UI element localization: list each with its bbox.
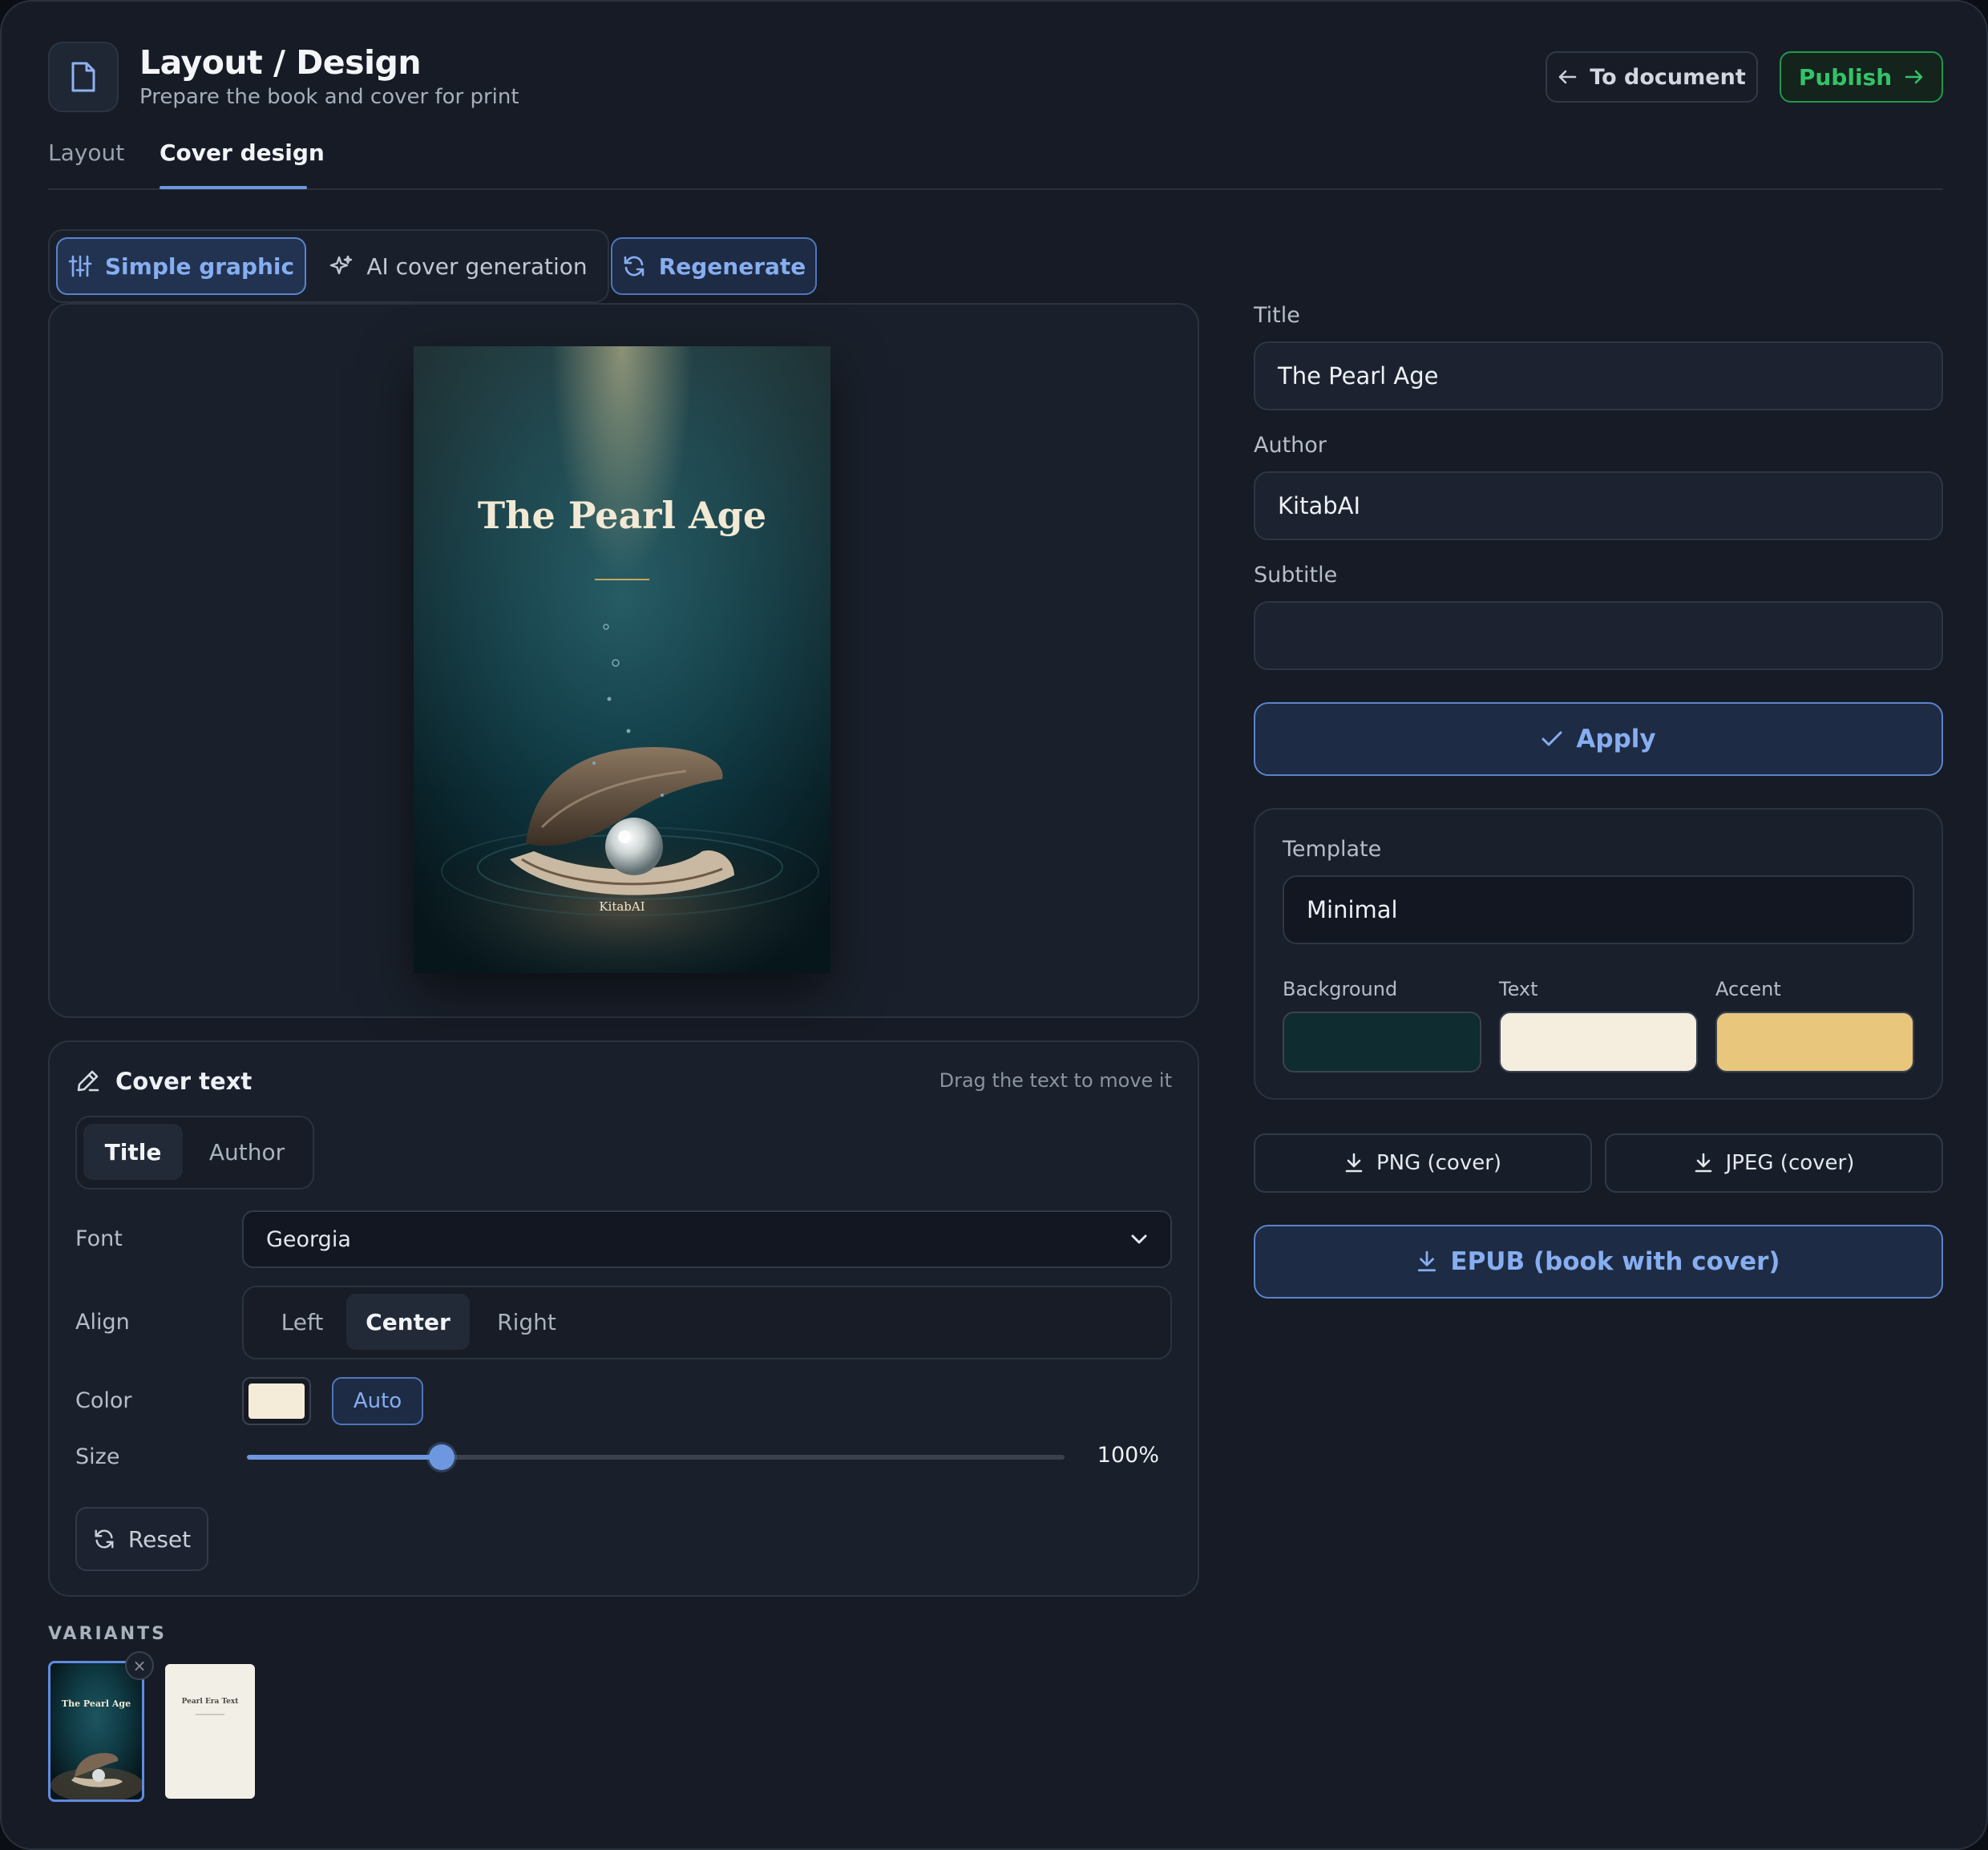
tabs-divider [48, 188, 1943, 190]
cover-text-heading: Cover text [115, 1068, 253, 1095]
publish-button[interactable]: Publish [1780, 51, 1943, 103]
size-slider-fill [247, 1455, 442, 1460]
apply-label: Apply [1576, 725, 1656, 753]
reset-label: Reset [127, 1525, 192, 1553]
regenerate-button[interactable]: Regenerate [611, 237, 817, 295]
cover-title-text[interactable]: The Pearl Age [414, 494, 830, 537]
document-icon [48, 42, 119, 112]
text-color-swatch-template[interactable] [1499, 1012, 1698, 1072]
download-png-label: PNG (cover) [1376, 1151, 1502, 1175]
apply-button[interactable]: Apply [1254, 702, 1943, 776]
background-color-label: Background [1283, 978, 1398, 1000]
download-jpeg-label: JPEG (cover) [1725, 1151, 1855, 1175]
download-png-button[interactable]: PNG (cover) [1254, 1133, 1592, 1193]
sliders-icon [68, 255, 92, 277]
subtitle-field-label: Subtitle [1254, 563, 1338, 588]
drag-hint: Drag the text to move it [939, 1069, 1172, 1092]
template-label: Template [1283, 837, 1382, 862]
cover-author-text[interactable]: KitabAI [414, 899, 830, 914]
align-right-button[interactable]: Right [483, 1294, 571, 1350]
cover-preview: The Pearl Age KitabAI [414, 346, 830, 973]
download-icon [1345, 1153, 1363, 1173]
variant-thumbnail-2[interactable]: Pearl Era Text [165, 1664, 255, 1799]
download-epub-label: EPUB (book with cover) [1450, 1247, 1780, 1276]
text-target-author[interactable]: Author [191, 1124, 303, 1180]
to-document-label: To document [1590, 64, 1746, 90]
arrow-left-icon [1558, 70, 1577, 84]
text-color-label: Text [1499, 978, 1538, 1000]
accent-color-swatch[interactable] [1715, 1012, 1914, 1072]
variant-1-shell-illustration [51, 1753, 142, 1800]
variant-thumbnail-1[interactable]: The Pearl Age [48, 1661, 144, 1802]
cover-accent-line [595, 579, 649, 580]
arrow-right-icon [1905, 70, 1923, 84]
font-select[interactable]: Georgia [242, 1210, 1172, 1268]
download-jpeg-button[interactable]: JPEG (cover) [1605, 1133, 1943, 1193]
author-field-label: Author [1254, 433, 1327, 458]
variant-remove-button[interactable]: × [125, 1651, 154, 1680]
chevron-down-icon [1131, 1234, 1147, 1244]
template-select[interactable]: Minimal [1283, 875, 1914, 944]
accent-color-label: Accent [1715, 978, 1781, 1000]
to-document-button[interactable]: To document [1546, 51, 1758, 103]
sparkles-icon [330, 255, 353, 275]
regenerate-label: Regenerate [658, 252, 806, 280]
background-color-swatch[interactable] [1283, 1012, 1481, 1072]
text-target-title[interactable]: Title [83, 1124, 183, 1180]
auto-color-button[interactable]: Auto [332, 1377, 423, 1425]
check-icon [1542, 731, 1562, 746]
color-label: Color [75, 1388, 132, 1413]
simple-graphic-label: Simple graphic [104, 252, 295, 280]
variants-heading: VARIANTS [48, 1624, 167, 1644]
tab-layout[interactable]: Layout [48, 139, 124, 166]
title-input[interactable]: The Pearl Age [1254, 341, 1943, 410]
size-label: Size [75, 1444, 120, 1469]
align-center-button[interactable]: Center [346, 1294, 470, 1350]
ai-cover-generation-label: AI cover generation [366, 252, 588, 280]
text-color-picker[interactable] [242, 1377, 311, 1425]
page-title: Layout / Design [139, 43, 422, 82]
author-input[interactable]: KitabAI [1254, 471, 1943, 540]
download-epub-button[interactable]: EPUB (book with cover) [1254, 1225, 1943, 1299]
page-subtitle: Prepare the book and cover for print [139, 85, 519, 109]
size-slider[interactable] [247, 1444, 1065, 1470]
app-window: Layout / Design Prepare the book and cov… [0, 0, 1988, 1850]
title-field-label: Title [1254, 303, 1300, 328]
size-slider-thumb[interactable] [428, 1444, 455, 1470]
download-icon [1418, 1250, 1436, 1272]
align-left-button[interactable]: Left [258, 1294, 346, 1350]
size-value: 100% [1097, 1443, 1159, 1468]
subtitle-input[interactable] [1254, 601, 1943, 670]
pearl-shell-illustration [414, 624, 830, 973]
font-label: Font [75, 1226, 123, 1251]
refresh-icon [624, 256, 644, 277]
pencil-icon [77, 1070, 99, 1092]
publish-label: Publish [1798, 63, 1893, 91]
reset-button[interactable]: Reset [75, 1507, 208, 1571]
active-tab-indicator [160, 186, 307, 189]
text-color-swatch [248, 1383, 305, 1419]
variant-2-title: Pearl Era Text [181, 1698, 239, 1706]
tab-cover-design[interactable]: Cover design [160, 139, 325, 166]
variant-2-accent-line [196, 1714, 224, 1715]
ai-cover-generation-button[interactable]: AI cover generation [322, 237, 595, 295]
simple-graphic-button[interactable]: Simple graphic [56, 237, 306, 295]
font-select-value: Georgia [266, 1226, 351, 1252]
align-label: Align [75, 1310, 130, 1335]
refresh-icon [95, 1529, 114, 1549]
download-icon [1695, 1153, 1711, 1173]
